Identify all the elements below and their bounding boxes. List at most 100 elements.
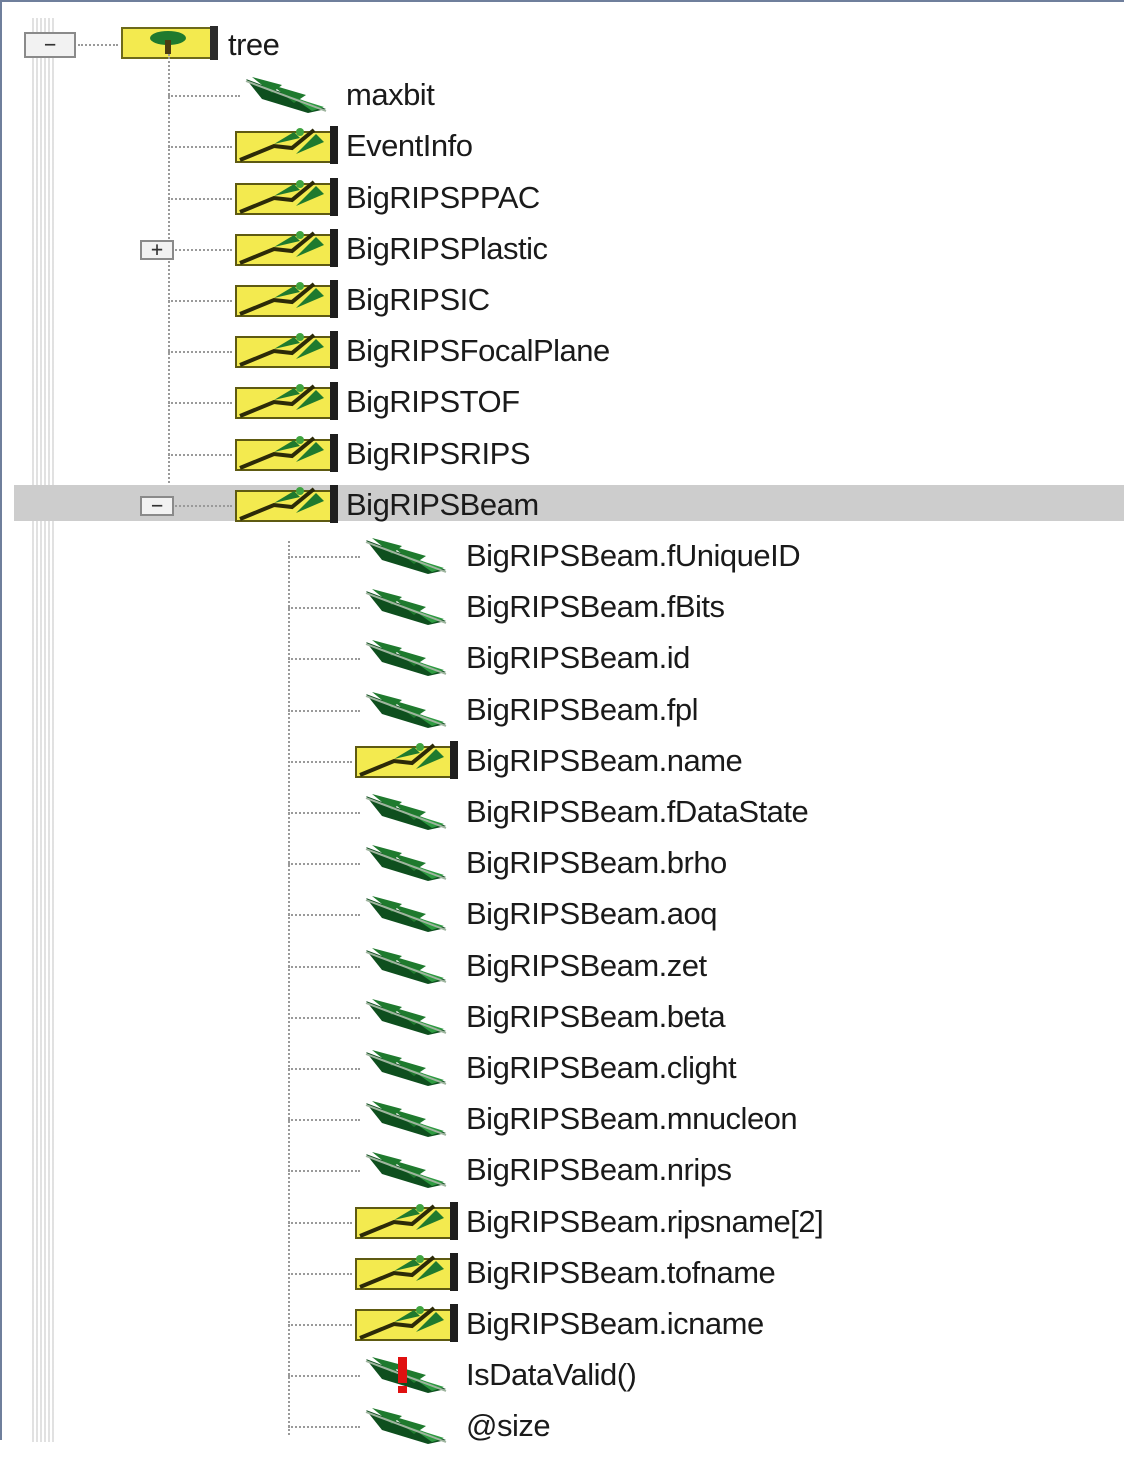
tree-node-bigripsic[interactable]: BigRIPSIC (2, 280, 1124, 331)
connector-line (168, 402, 232, 405)
tree-node-icname[interactable]: BigRIPSBeam.icname (2, 1304, 1124, 1355)
tree-node-label: BigRIPSBeam.fUniqueID (466, 538, 801, 573)
tree-node-funiqueid[interactable]: BigRIPSBeam.fUniqueID (2, 536, 1124, 587)
tree-node-eventinfo[interactable]: EventInfo (2, 126, 1124, 177)
tree-node-zet[interactable]: BigRIPSBeam.zet (2, 946, 1124, 997)
connector-line (168, 248, 232, 251)
connector-line (288, 1068, 360, 1070)
tree-node-mnucleon[interactable]: BigRIPSBeam.mnucleon (2, 1099, 1124, 1150)
leaf-icon (362, 946, 450, 991)
branch-folder-icon (234, 483, 338, 528)
tree-node-bigripsplastic[interactable]: + BigRIPSPlastic (2, 227, 1124, 280)
tree-node-aoq[interactable]: BigRIPSBeam.aoq (2, 894, 1124, 945)
branch-folder-icon (234, 432, 338, 477)
tree-node-bigripsppac[interactable]: BigRIPSPPAC (2, 176, 1124, 229)
connector-line (288, 965, 360, 968)
connector-line (78, 44, 118, 46)
connector-line (288, 1016, 360, 1019)
tree-node-label: BigRIPSTOF (346, 384, 520, 420)
tree-node-fpl[interactable]: BigRIPSBeam.fpl (2, 690, 1124, 741)
tree-node-maxbit[interactable]: maxbit (2, 75, 1124, 126)
leaf-icon (362, 587, 450, 632)
tree-node-isdatavalid[interactable]: IsDataValid() (2, 1355, 1124, 1406)
tree-node-label: BigRIPSBeam.clight (466, 1050, 737, 1085)
leaf-icon (362, 1406, 450, 1451)
connector-line (288, 1272, 352, 1275)
leaf-icon (242, 75, 330, 120)
tree-node-brho[interactable]: BigRIPSBeam.brho (2, 843, 1124, 894)
tree-node-tofname[interactable]: BigRIPSBeam.tofname (2, 1252, 1124, 1304)
tree-node-label: BigRIPSBeam.fpl (466, 691, 699, 727)
tree-node-label: BigRIPSFocalPlane (346, 333, 610, 369)
tree-node-ripsname[interactable]: BigRIPSBeam.ripsname[2] (2, 1200, 1124, 1253)
connector-line (168, 146, 232, 149)
tree-node-label: BigRIPSRIPS (346, 435, 531, 471)
tree-node-size[interactable]: @size (2, 1406, 1124, 1457)
tree-node-label: BigRIPSBeam.id (466, 640, 690, 676)
tree-node-label: EventInfo (346, 128, 473, 164)
tree-node-fdatastate[interactable]: BigRIPSBeam.fDataState (2, 792, 1124, 843)
tree-node-label: BigRIPSBeam.name (466, 742, 743, 778)
connector-line (288, 556, 360, 558)
connector-line (288, 1426, 360, 1429)
leaf-icon (362, 1099, 450, 1144)
tree-node-label: tree (228, 27, 280, 62)
connector-line (288, 1119, 360, 1122)
tree-node-root[interactable]: − tree (2, 24, 1124, 75)
tree-node-nrips[interactable]: BigRIPSBeam.nrips (2, 1150, 1124, 1201)
leaf-icon (362, 1048, 450, 1093)
leaf-icon (362, 843, 450, 888)
leaf-icon (362, 1150, 450, 1195)
branch-folder-icon (354, 739, 458, 784)
tree-node-bigripstof[interactable]: BigRIPSTOF (2, 382, 1124, 433)
tree-node-id[interactable]: BigRIPSBeam.id (2, 638, 1124, 689)
connector-line (168, 95, 240, 98)
collapse-toggle[interactable]: − (140, 495, 174, 516)
connector-line (288, 1221, 352, 1224)
connector-line (288, 863, 360, 866)
tree-node-label: BigRIPSBeam.mnucleon (466, 1101, 798, 1137)
tree-node-bigripsbeam[interactable]: − BigRIPSBeam (2, 483, 1124, 536)
tree-node-label: BigRIPSIC (346, 282, 490, 317)
tree-node-label: BigRIPSBeam.fDataState (466, 794, 809, 829)
tree-node-label: BigRIPSBeam.fBits (466, 589, 725, 625)
branch-folder-icon (234, 227, 338, 272)
branch-folder-icon (354, 1200, 458, 1245)
leaf-function-icon (362, 1355, 450, 1400)
tree-node-label: @size (466, 1408, 551, 1444)
tree-node-label: BigRIPSPlastic (346, 230, 548, 266)
selection-highlight (14, 484, 1124, 521)
tree-node-bigripsfocalplane[interactable]: BigRIPSFocalPlane (2, 331, 1124, 382)
connector-line (168, 351, 232, 354)
tree-node-label: BigRIPSBeam.tofname (466, 1254, 776, 1290)
leaf-icon (362, 894, 450, 939)
tree-node-label: maxbit (346, 77, 435, 113)
branch-folder-icon (354, 1302, 458, 1347)
leaf-icon (362, 536, 450, 581)
branch-folder-icon (234, 380, 338, 425)
tree-view: − tree maxbit EventInfo BigRIPSPPAC + BigRIPSP… (0, 0, 1124, 1445)
connector-line (168, 504, 232, 507)
tree-node-label: BigRIPSBeam.beta (466, 998, 726, 1034)
tree-node-label: BigRIPSBeam.icname (466, 1306, 764, 1341)
connector-line (288, 709, 360, 712)
tree-node-clight[interactable]: BigRIPSBeam.clight (2, 1048, 1124, 1099)
tree-node-name[interactable]: BigRIPSBeam.name (2, 739, 1124, 792)
connector-line (168, 197, 232, 200)
connector-line (288, 1324, 352, 1326)
leaf-icon (362, 997, 450, 1042)
tree-node-bigripsrips[interactable]: BigRIPSRIPS (2, 432, 1124, 485)
connector-line (168, 453, 232, 456)
tree-node-label: BigRIPSBeam.aoq (466, 896, 717, 932)
branch-folder-icon (234, 176, 338, 221)
tree-node-fbits[interactable]: BigRIPSBeam.fBits (2, 587, 1124, 638)
tree-node-beta[interactable]: BigRIPSBeam.beta (2, 997, 1124, 1048)
expand-toggle[interactable]: + (140, 239, 174, 260)
connector-line (288, 658, 360, 661)
branch-folder-icon (234, 124, 338, 169)
tree-node-label: BigRIPSBeam (346, 486, 539, 522)
tree-node-label: BigRIPSBeam.nrips (466, 1152, 732, 1188)
connector-line (288, 914, 360, 917)
collapse-toggle[interactable]: − (24, 32, 76, 58)
connector-line (288, 760, 352, 763)
